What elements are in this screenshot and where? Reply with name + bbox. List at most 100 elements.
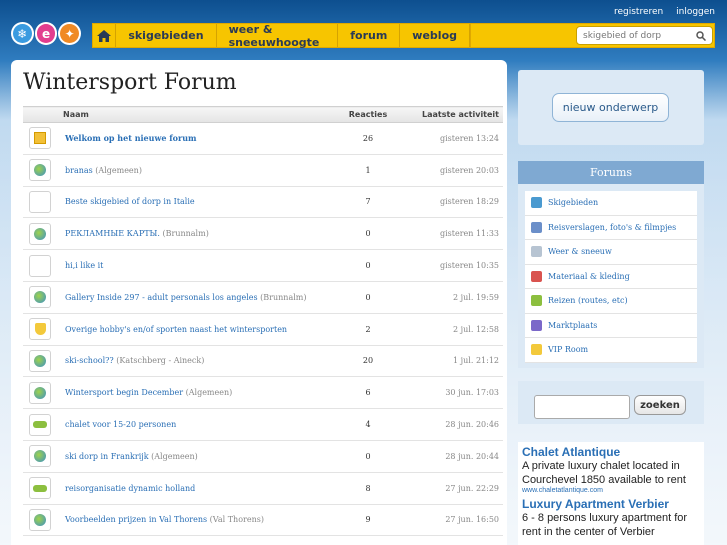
search-icon[interactable] bbox=[696, 30, 706, 41]
register-link[interactable]: registreren bbox=[614, 7, 663, 17]
last-activity: gisteren 18:29 bbox=[403, 186, 503, 219]
topic-title[interactable]: Gallery Inside 297 - adult personals los… bbox=[65, 293, 258, 302]
ski-icon bbox=[531, 270, 542, 282]
header-activity[interactable]: Laatste activiteit bbox=[403, 106, 503, 123]
search-button[interactable]: zoeken bbox=[634, 395, 686, 415]
forum-item[interactable]: Skigebieden bbox=[525, 191, 697, 216]
topic-category: (Val Thorens) bbox=[209, 515, 264, 525]
topic-title[interactable]: ski-school?? bbox=[65, 356, 114, 365]
globe-icon bbox=[34, 513, 46, 526]
table-row[interactable]: reisorganisatie dynamic holland 8 27 jun.… bbox=[23, 472, 503, 505]
globe-icon bbox=[34, 450, 46, 463]
forum-item[interactable]: Weer & sneeuw bbox=[525, 240, 697, 265]
topic-icon bbox=[29, 413, 51, 436]
topic-title[interactable]: РЕКЛАМНЫЕ КАРТЫ. bbox=[65, 229, 160, 238]
table-row[interactable]: Overige hobby's en/of sporten naast het … bbox=[23, 313, 503, 346]
snowflake-logo-icon: ❄ bbox=[11, 22, 34, 45]
reply-count: 0 bbox=[333, 249, 403, 282]
topic-title[interactable]: branas bbox=[65, 166, 93, 175]
last-activity: 28 jun. 20:44 bbox=[403, 440, 503, 473]
topic-title[interactable]: Voorbeelden prijzen in Val Thorens bbox=[65, 515, 207, 524]
login-link[interactable]: inloggen bbox=[676, 7, 715, 17]
table-row[interactable]: chalet voor 15-20 personen 4 28 jun. 20:4… bbox=[23, 408, 503, 441]
shield-icon bbox=[531, 344, 542, 356]
nav-weblog[interactable]: weblog bbox=[400, 24, 470, 47]
reply-count: 8 bbox=[333, 472, 403, 505]
topic-title[interactable]: Wintersport begin December bbox=[65, 388, 183, 397]
nav-forum[interactable]: forum bbox=[338, 24, 401, 47]
ad-url[interactable]: www.chaletatlantique.com bbox=[522, 487, 700, 494]
new-topic-box: nieuw onderwerp bbox=[518, 70, 704, 145]
topic-icon bbox=[29, 222, 51, 245]
home-icon bbox=[97, 29, 112, 42]
topic-title[interactable]: Overige hobby's en/of sporten naast het … bbox=[65, 325, 287, 334]
topic-icon bbox=[29, 508, 51, 531]
table-row[interactable]: Voorbeelden prijzen in Val Thorens (Val … bbox=[23, 504, 503, 537]
table-row[interactable]: Gallery Inside 297 - adult personals los… bbox=[23, 281, 503, 314]
car-icon bbox=[531, 295, 542, 307]
ad-body: A private luxury chalet located in Courc… bbox=[522, 460, 686, 486]
forum-item[interactable]: Materiaal & kleding bbox=[525, 265, 697, 289]
header-replies[interactable]: Reacties bbox=[333, 106, 403, 123]
page-title: Wintersport Forum bbox=[23, 70, 237, 95]
forum-item[interactable]: VIP Room bbox=[525, 338, 697, 363]
globe-icon bbox=[531, 197, 542, 209]
ad-title[interactable]: Luxury Apartment Verbier bbox=[522, 497, 700, 511]
last-activity: gisteren 10:35 bbox=[403, 249, 503, 282]
sticky-icon bbox=[34, 132, 46, 145]
car-icon bbox=[33, 484, 47, 492]
table-row[interactable]: РЕКЛАМНЫЕ КАРТЫ. (Brunnalm) 0 gisteren 11:… bbox=[23, 217, 503, 251]
sidebar-search: zoeken bbox=[518, 381, 704, 424]
topic-icon bbox=[29, 477, 51, 500]
reply-count: 26 bbox=[333, 122, 403, 155]
topic-icon bbox=[29, 381, 51, 404]
last-activity: 27 jun. 22:29 bbox=[403, 472, 503, 505]
topics-table: Naam Reacties Laatste activiteit Welkom … bbox=[23, 106, 503, 537]
table-row[interactable]: Welkom op het nieuwe forum 26 gisteren 13… bbox=[23, 122, 503, 155]
topic-title[interactable]: chalet voor 15-20 personen bbox=[65, 420, 176, 429]
ad-title[interactable]: Chalet Atlantique bbox=[522, 445, 700, 459]
reply-count: 2 bbox=[333, 313, 403, 346]
car-icon bbox=[33, 421, 47, 429]
table-row[interactable]: branas (Algemeen) 1 gisteren 20:03 bbox=[23, 154, 503, 187]
last-activity: 30 jun. 17:03 bbox=[403, 376, 503, 410]
globe-icon bbox=[34, 227, 46, 240]
topic-category: (Katschberg - Aineck) bbox=[116, 356, 205, 366]
last-activity: 2 jul. 19:59 bbox=[403, 281, 503, 314]
topic-icon bbox=[29, 254, 51, 277]
header-name[interactable]: Naam bbox=[55, 106, 333, 123]
topic-icon bbox=[29, 159, 51, 182]
shield-icon bbox=[34, 323, 46, 336]
forum-panel: Wintersport Forum Naam Reacties Laatste … bbox=[11, 60, 507, 545]
table-row[interactable]: Beste skigebied of dorp in Italie 7 giste… bbox=[23, 186, 503, 219]
table-row[interactable]: hi,i like it 0 gisteren 10:35 bbox=[23, 249, 503, 282]
site-logo[interactable]: ❄ e ✦ bbox=[11, 22, 82, 49]
forums-list: Skigebieden Reisverslagen, foto's & filmp… bbox=[525, 191, 697, 363]
table-row[interactable]: ski-school?? (Katschberg - Aineck) 20 1 ju… bbox=[23, 345, 503, 378]
forum-item-label: Skigebieden bbox=[548, 198, 599, 208]
globe-icon bbox=[34, 386, 46, 399]
last-activity: gisteren 20:03 bbox=[403, 154, 503, 187]
forum-item[interactable]: Reisverslagen, foto's & filmpjes bbox=[525, 216, 697, 240]
topic-title[interactable]: reisorganisatie dynamic holland bbox=[65, 484, 195, 493]
home-button[interactable] bbox=[93, 24, 117, 47]
topic-title[interactable]: ski dorp in Frankrijk bbox=[65, 452, 149, 461]
reply-count: 0 bbox=[333, 440, 403, 473]
topic-title[interactable]: hi,i like it bbox=[65, 261, 103, 270]
topic-icon bbox=[29, 190, 51, 213]
table-row[interactable]: ski dorp in Frankrijk (Algemeen) 0 28 jun.… bbox=[23, 440, 503, 473]
table-row[interactable]: Wintersport begin December (Algemeen) 6 30… bbox=[23, 376, 503, 410]
forum-item[interactable]: Marktplaats bbox=[525, 314, 697, 338]
topic-title[interactable]: Beste skigebied of dorp in Italie bbox=[65, 197, 195, 206]
topic-title[interactable]: Welkom op het nieuwe forum bbox=[65, 133, 197, 143]
nav-weer-sneeuwhoogte[interactable]: weer & sneeuwhoogte bbox=[217, 23, 339, 49]
forum-item[interactable]: Reizen (routes, etc) bbox=[525, 289, 697, 314]
reply-count: 1 bbox=[333, 154, 403, 187]
new-topic-button[interactable]: nieuw onderwerp bbox=[552, 93, 669, 122]
forum-item-label: Materiaal & kleding bbox=[548, 271, 630, 281]
nav-skigebieden[interactable]: skigebieden bbox=[116, 24, 217, 47]
search-input[interactable]: skigebied of dorp bbox=[576, 26, 713, 45]
sidebar-search-input[interactable] bbox=[534, 395, 630, 419]
last-activity: 2 jul. 12:58 bbox=[403, 313, 503, 346]
search-placeholder: skigebied of dorp bbox=[583, 30, 662, 41]
